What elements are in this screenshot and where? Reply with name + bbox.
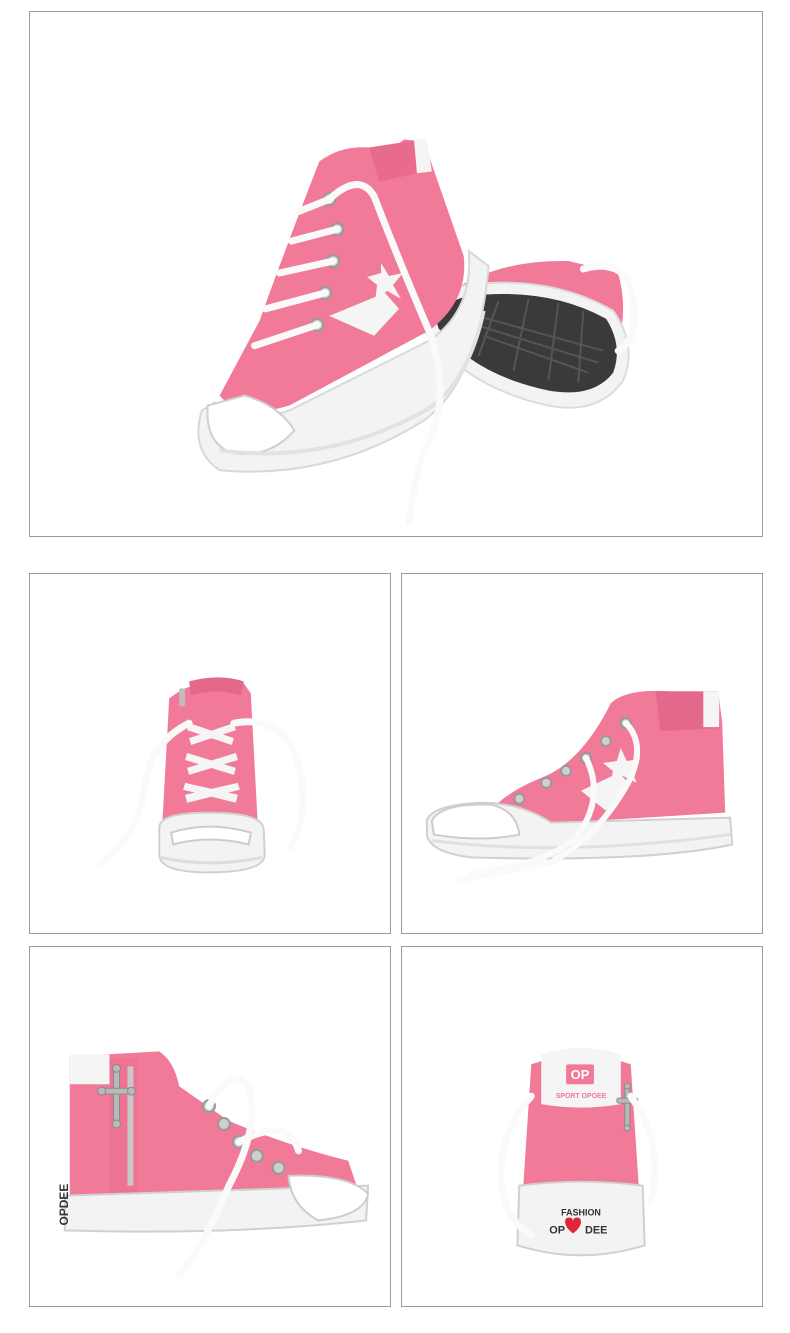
heel-line2-left: OP <box>549 1224 565 1236</box>
back-view-panel: OP SPORT OPOEE FASHION OP DEE <box>401 946 763 1307</box>
tab-text: SPORT OPOEE <box>556 1093 607 1100</box>
heel-line2-right: DEE <box>585 1224 607 1236</box>
heel-line1: FASHION <box>561 1208 601 1218</box>
sneaker-pair-image <box>197 138 638 526</box>
sneaker-zipper-image: OPDEE <box>57 1051 370 1279</box>
sneaker-side-image <box>425 690 734 884</box>
heel-brand-text: OPDEE <box>57 1184 71 1226</box>
front-shoe <box>197 138 490 526</box>
tab-logo: OP <box>571 1067 590 1082</box>
side-zipper-pull <box>179 688 186 707</box>
zipper-track <box>127 1066 134 1186</box>
front-view-panel <box>29 573 391 934</box>
sneaker-back-image: OP SPORT OPOEE FASHION OP DEE <box>497 1047 659 1257</box>
zipper-view-panel: OPDEE <box>29 946 391 1307</box>
sneaker-front-image <box>98 677 307 874</box>
side-view-panel <box>401 573 763 934</box>
hero-pair-panel <box>29 11 763 537</box>
